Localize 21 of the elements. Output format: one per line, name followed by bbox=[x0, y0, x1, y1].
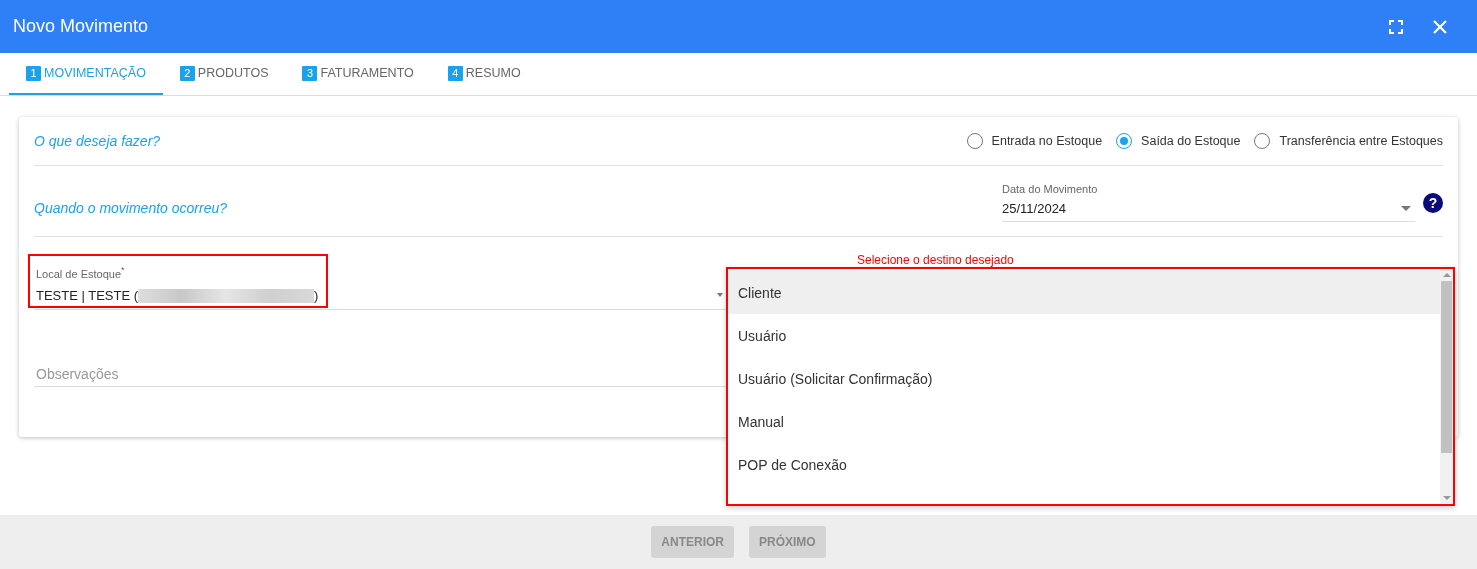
radio-option[interactable]: Saída do Estoque bbox=[1116, 133, 1241, 149]
tab[interactable]: 3 FATURAMENTO bbox=[285, 53, 431, 95]
radio-option[interactable]: Entrada no Estoque bbox=[966, 133, 1103, 149]
dropdown-option[interactable]: POP de Conexão bbox=[728, 443, 1440, 486]
scrollbar[interactable] bbox=[1440, 269, 1453, 504]
dropdown-option[interactable]: Usuário (Solicitar Confirmação) bbox=[728, 357, 1440, 400]
radio-option[interactable]: Transferência entre Estoques bbox=[1254, 133, 1443, 149]
window-title: Novo Movimento bbox=[13, 16, 149, 37]
fullscreen-icon[interactable] bbox=[1389, 19, 1403, 34]
date-field[interactable]: Data do Movimento 25/11/2024 bbox=[1002, 183, 1415, 222]
annotation-text: Selecione o destino desejado bbox=[857, 253, 1014, 267]
help-button[interactable]: ? bbox=[1423, 192, 1443, 213]
dropdown-option[interactable]: Usuário bbox=[728, 314, 1440, 357]
dropdown-option[interactable]: Cliente bbox=[728, 271, 1440, 314]
stock-select-field[interactable]: Local de Estoque$^{*}$ TESTE | TESTE ( ) bbox=[34, 265, 727, 311]
tab[interactable]: 4 RESUMO bbox=[430, 53, 538, 95]
question-label: O que deseja fazer? bbox=[34, 133, 161, 149]
question-label: Quando o movimento ocorreu? bbox=[34, 200, 227, 218]
tab[interactable]: 2 PRODUTOS bbox=[162, 53, 286, 95]
close-icon[interactable] bbox=[1433, 19, 1447, 34]
dropdown-option[interactable]: Manual bbox=[728, 400, 1440, 443]
